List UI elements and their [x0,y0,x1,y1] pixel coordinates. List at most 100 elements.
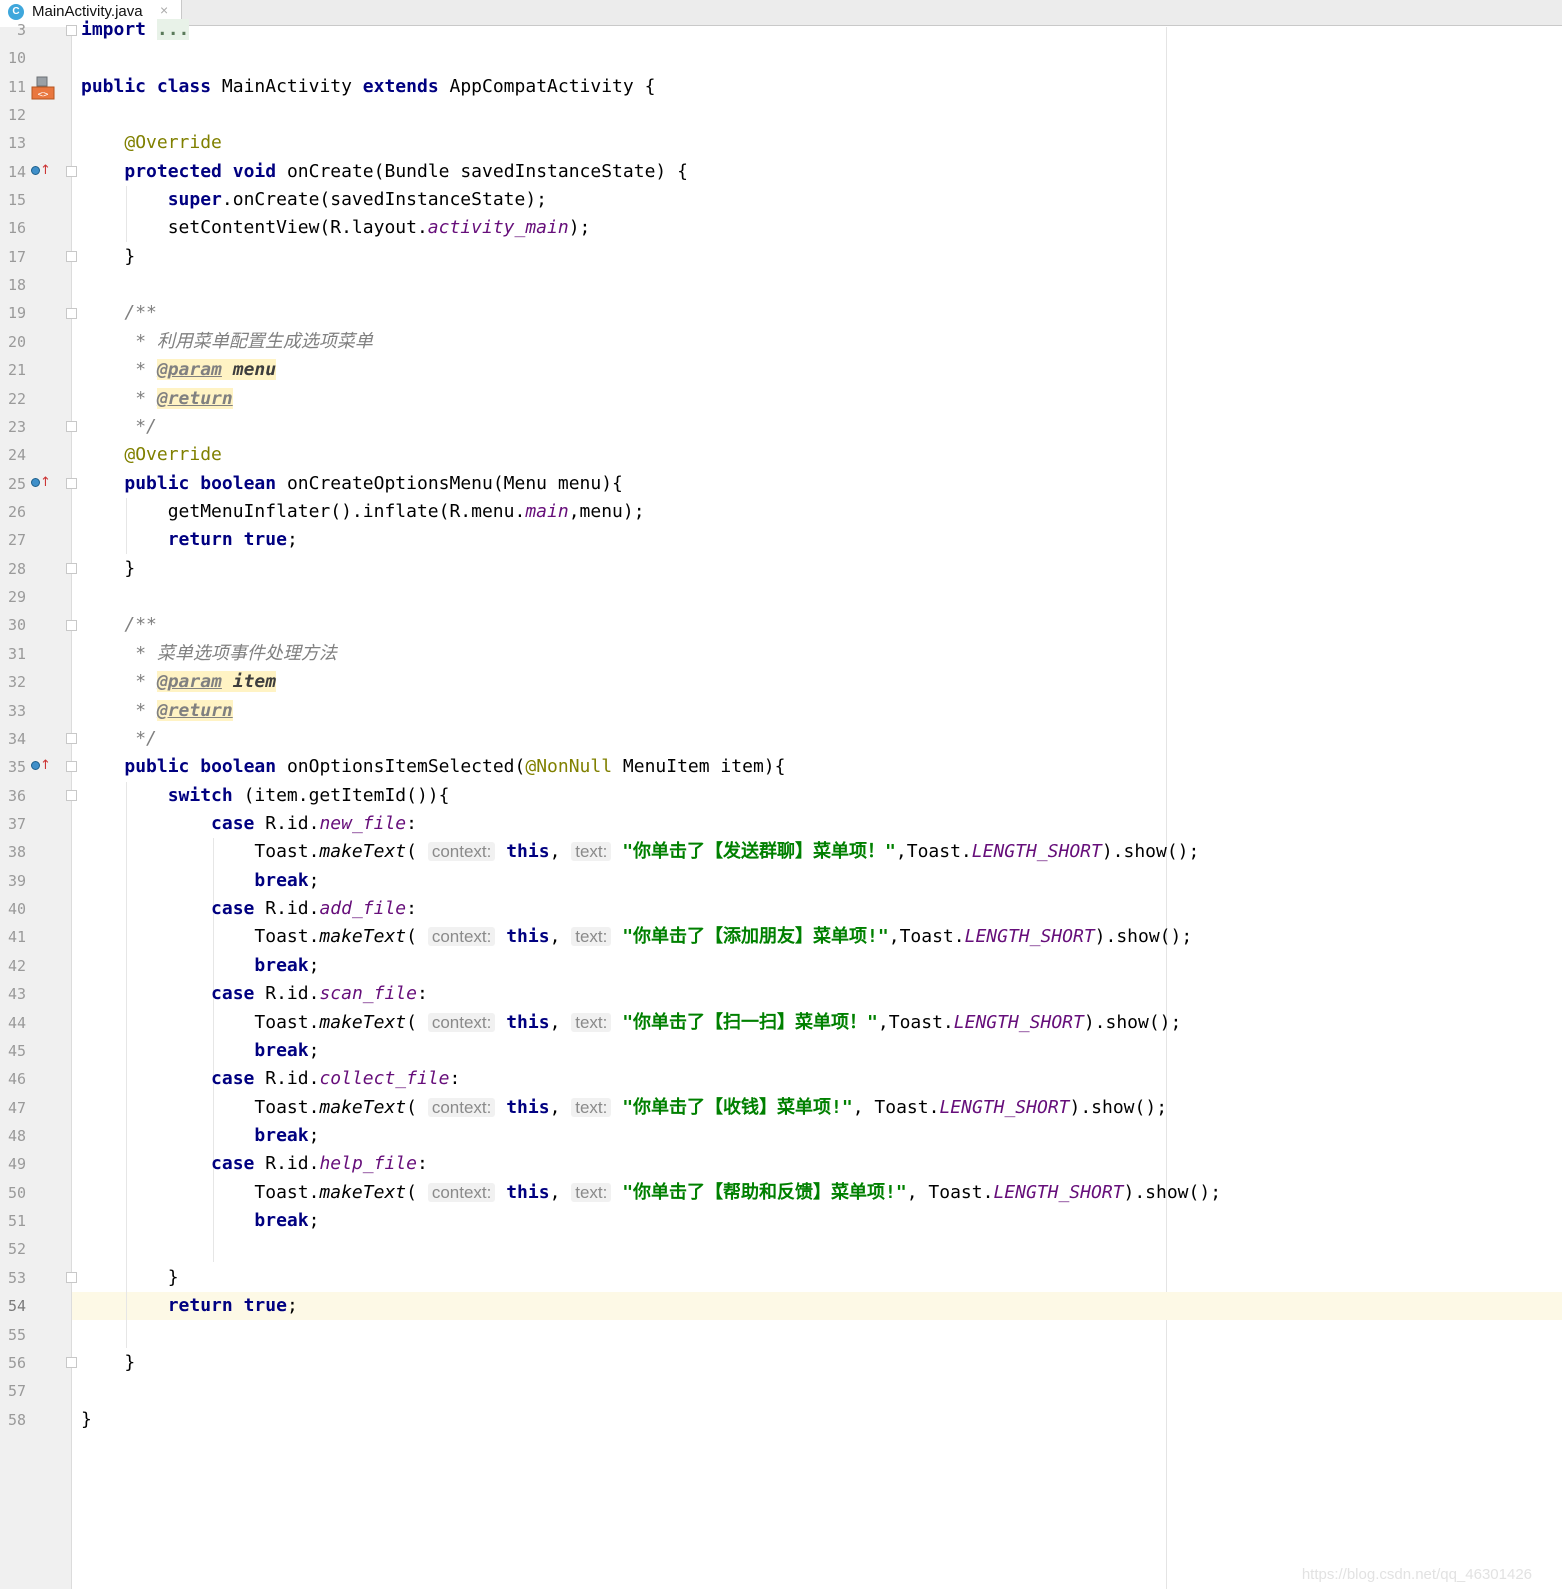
override-method-icon[interactable]: ↑ [31,164,51,178]
keyword: return [167,1295,233,1316]
fold-marker-icon[interactable] [66,620,77,631]
code-line: * 菜单选项事件处理方法 [81,640,337,668]
keyword: break [254,955,309,976]
code-line: break; [81,1207,319,1235]
line-number: 47 [7,1099,26,1117]
code-text: Toast. [254,1182,320,1203]
line-number: 11 [7,78,26,96]
keyword: case [211,813,255,834]
fold-marker-icon[interactable] [66,733,77,744]
code-text: R.id. [265,983,320,1004]
code-line: super.onCreate(savedInstanceState); [81,186,547,214]
doc-comment: */ [135,728,157,749]
line-number: 13 [7,134,26,152]
code-line: public boolean onCreateOptionsMenu(Menu … [81,470,623,498]
line-number: 29 [7,588,26,606]
doc-comment: * [135,671,147,692]
code-line: protected void onCreate(Bundle savedInst… [81,158,688,186]
fold-marker-icon[interactable] [66,790,77,801]
code-text: ( [406,1097,417,1118]
keyword: case [211,983,255,1004]
menu-item-id: add_file [319,898,407,919]
keyword: true [243,1295,287,1316]
fold-marker-icon[interactable] [66,421,77,432]
static-field: activity_main [427,217,569,238]
fold-marker-icon[interactable] [66,1357,77,1368]
fold-marker-icon[interactable] [66,563,77,574]
string-literal: "你单击了【扫一扫】菜单项！" [622,1012,878,1033]
static-field: LENGTH_SHORT [964,926,1095,947]
line-number: 26 [7,503,26,521]
code-line: Toast.makeText( context: this, text: "你单… [81,923,1192,951]
code-line: } [81,555,135,583]
annotation: @Override [124,444,222,465]
doc-comment: * [135,331,147,352]
doc-comment: * [135,359,147,380]
line-number: 18 [7,276,26,294]
code-text: , [888,926,900,947]
static-field: LENGTH_SHORT [953,1012,1084,1033]
code-text: Toast. [874,1097,940,1118]
code-line: setContentView(R.layout.activity_main); [81,214,591,242]
doc-comment: * [135,643,147,664]
code-text: , [549,841,561,862]
line-number: 35 [7,758,26,776]
annotation: @NonNull [525,756,613,777]
brace: } [167,1267,179,1288]
parameter-hint: context: [427,1183,496,1202]
line-number: 22 [7,390,26,408]
line-number: 32 [7,673,26,691]
doc-comment: /** [124,302,157,323]
line-number-current: 54 [7,1297,26,1315]
code-text: ; [308,955,320,976]
line-number: 39 [7,872,26,890]
fold-marker-icon[interactable] [66,1272,77,1283]
override-method-icon[interactable]: ↑ [31,759,51,773]
keyword: boolean [200,756,277,777]
code-text: R.id. [265,1068,320,1089]
static-method: makeText [319,1012,407,1033]
code-line: getMenuInflater().inflate(R.menu.main,me… [81,498,645,526]
code-text: .onCreate(savedInstanceState); [221,189,547,210]
menu-item-id: new_file [319,813,407,834]
code-line: Toast.makeText( context: this, text: "你单… [81,1009,1181,1037]
fold-marker-icon[interactable] [66,25,77,36]
line-number: 42 [7,957,26,975]
javadoc-tag: @return [156,388,233,409]
keyword: import [81,19,147,40]
fold-marker-icon[interactable] [66,761,77,772]
fold-marker-icon[interactable] [66,166,77,177]
static-method: makeText [319,841,407,862]
code-line: */ [81,725,157,753]
brace: } [124,558,136,579]
code-text: : [416,1153,428,1174]
line-number: 38 [7,843,26,861]
fold-marker-icon[interactable] [66,478,77,489]
code-line: break; [81,952,319,980]
line-number: 27 [7,531,26,549]
line-number: 57 [7,1382,26,1400]
keyword: break [254,1210,309,1231]
line-number: 37 [7,815,26,833]
activity-layout-icon[interactable]: <> [31,76,55,100]
fold-marker-icon[interactable] [66,251,77,262]
string-literal: "你单击了【帮助和反馈】菜单项!" [622,1182,907,1203]
code-line: Toast.makeText( context: this, text: "你单… [81,838,1199,866]
code-line: break; [81,1122,319,1150]
code-text: , [877,1012,889,1033]
code-line: break; [81,1037,319,1065]
code-line: /** [81,299,157,327]
code-line: case R.id.scan_file: [81,980,428,1008]
code-text: ; [286,529,298,550]
line-number: 24 [7,446,26,464]
parameter-hint: text: [571,1183,612,1202]
fold-marker-icon[interactable] [66,308,77,319]
code-line: /** [81,611,157,639]
code-line: public boolean onOptionsItemSelected(@No… [81,753,785,781]
line-number: 51 [7,1212,26,1230]
code-text: ( [406,1012,417,1033]
parameter-hint: context: [427,927,496,946]
folded-imports[interactable]: ... [156,19,190,40]
line-number: 23 [7,418,26,436]
override-method-icon[interactable]: ↑ [31,476,51,490]
